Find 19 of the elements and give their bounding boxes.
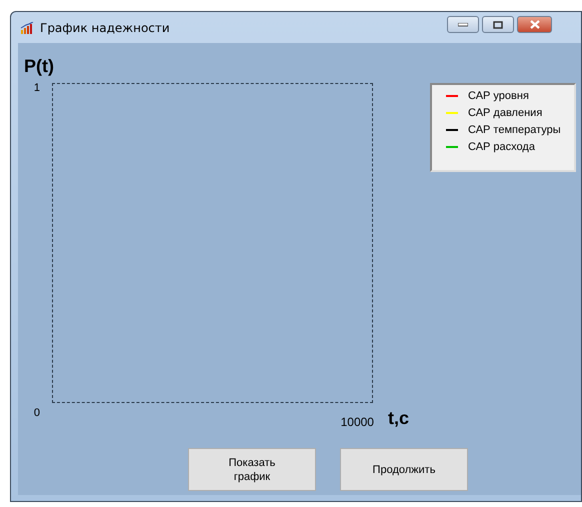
close-button[interactable]	[517, 16, 552, 33]
close-icon	[530, 20, 540, 29]
minimize-icon	[458, 22, 468, 26]
legend-label: САР расхода	[468, 141, 535, 153]
x-axis-label: t,c	[388, 408, 409, 429]
chart-icon	[20, 22, 34, 34]
minimize-button[interactable]	[447, 16, 479, 33]
legend-label: САР уровня	[468, 90, 529, 102]
maximize-button[interactable]	[482, 16, 514, 33]
legend-label: САР температуры	[468, 124, 561, 136]
origin-label: 0	[34, 408, 40, 419]
show-chart-button[interactable]: Показать график	[188, 448, 316, 491]
window-title: График надежности	[40, 20, 170, 34]
y-axis-label: P(t)	[24, 56, 55, 78]
x-max-label: 10000	[340, 415, 374, 429]
y-max-label: 1	[34, 83, 40, 94]
continue-button[interactable]: Продолжить	[340, 448, 468, 491]
legend-label: САР давления	[468, 107, 542, 119]
maximize-icon	[493, 20, 503, 28]
